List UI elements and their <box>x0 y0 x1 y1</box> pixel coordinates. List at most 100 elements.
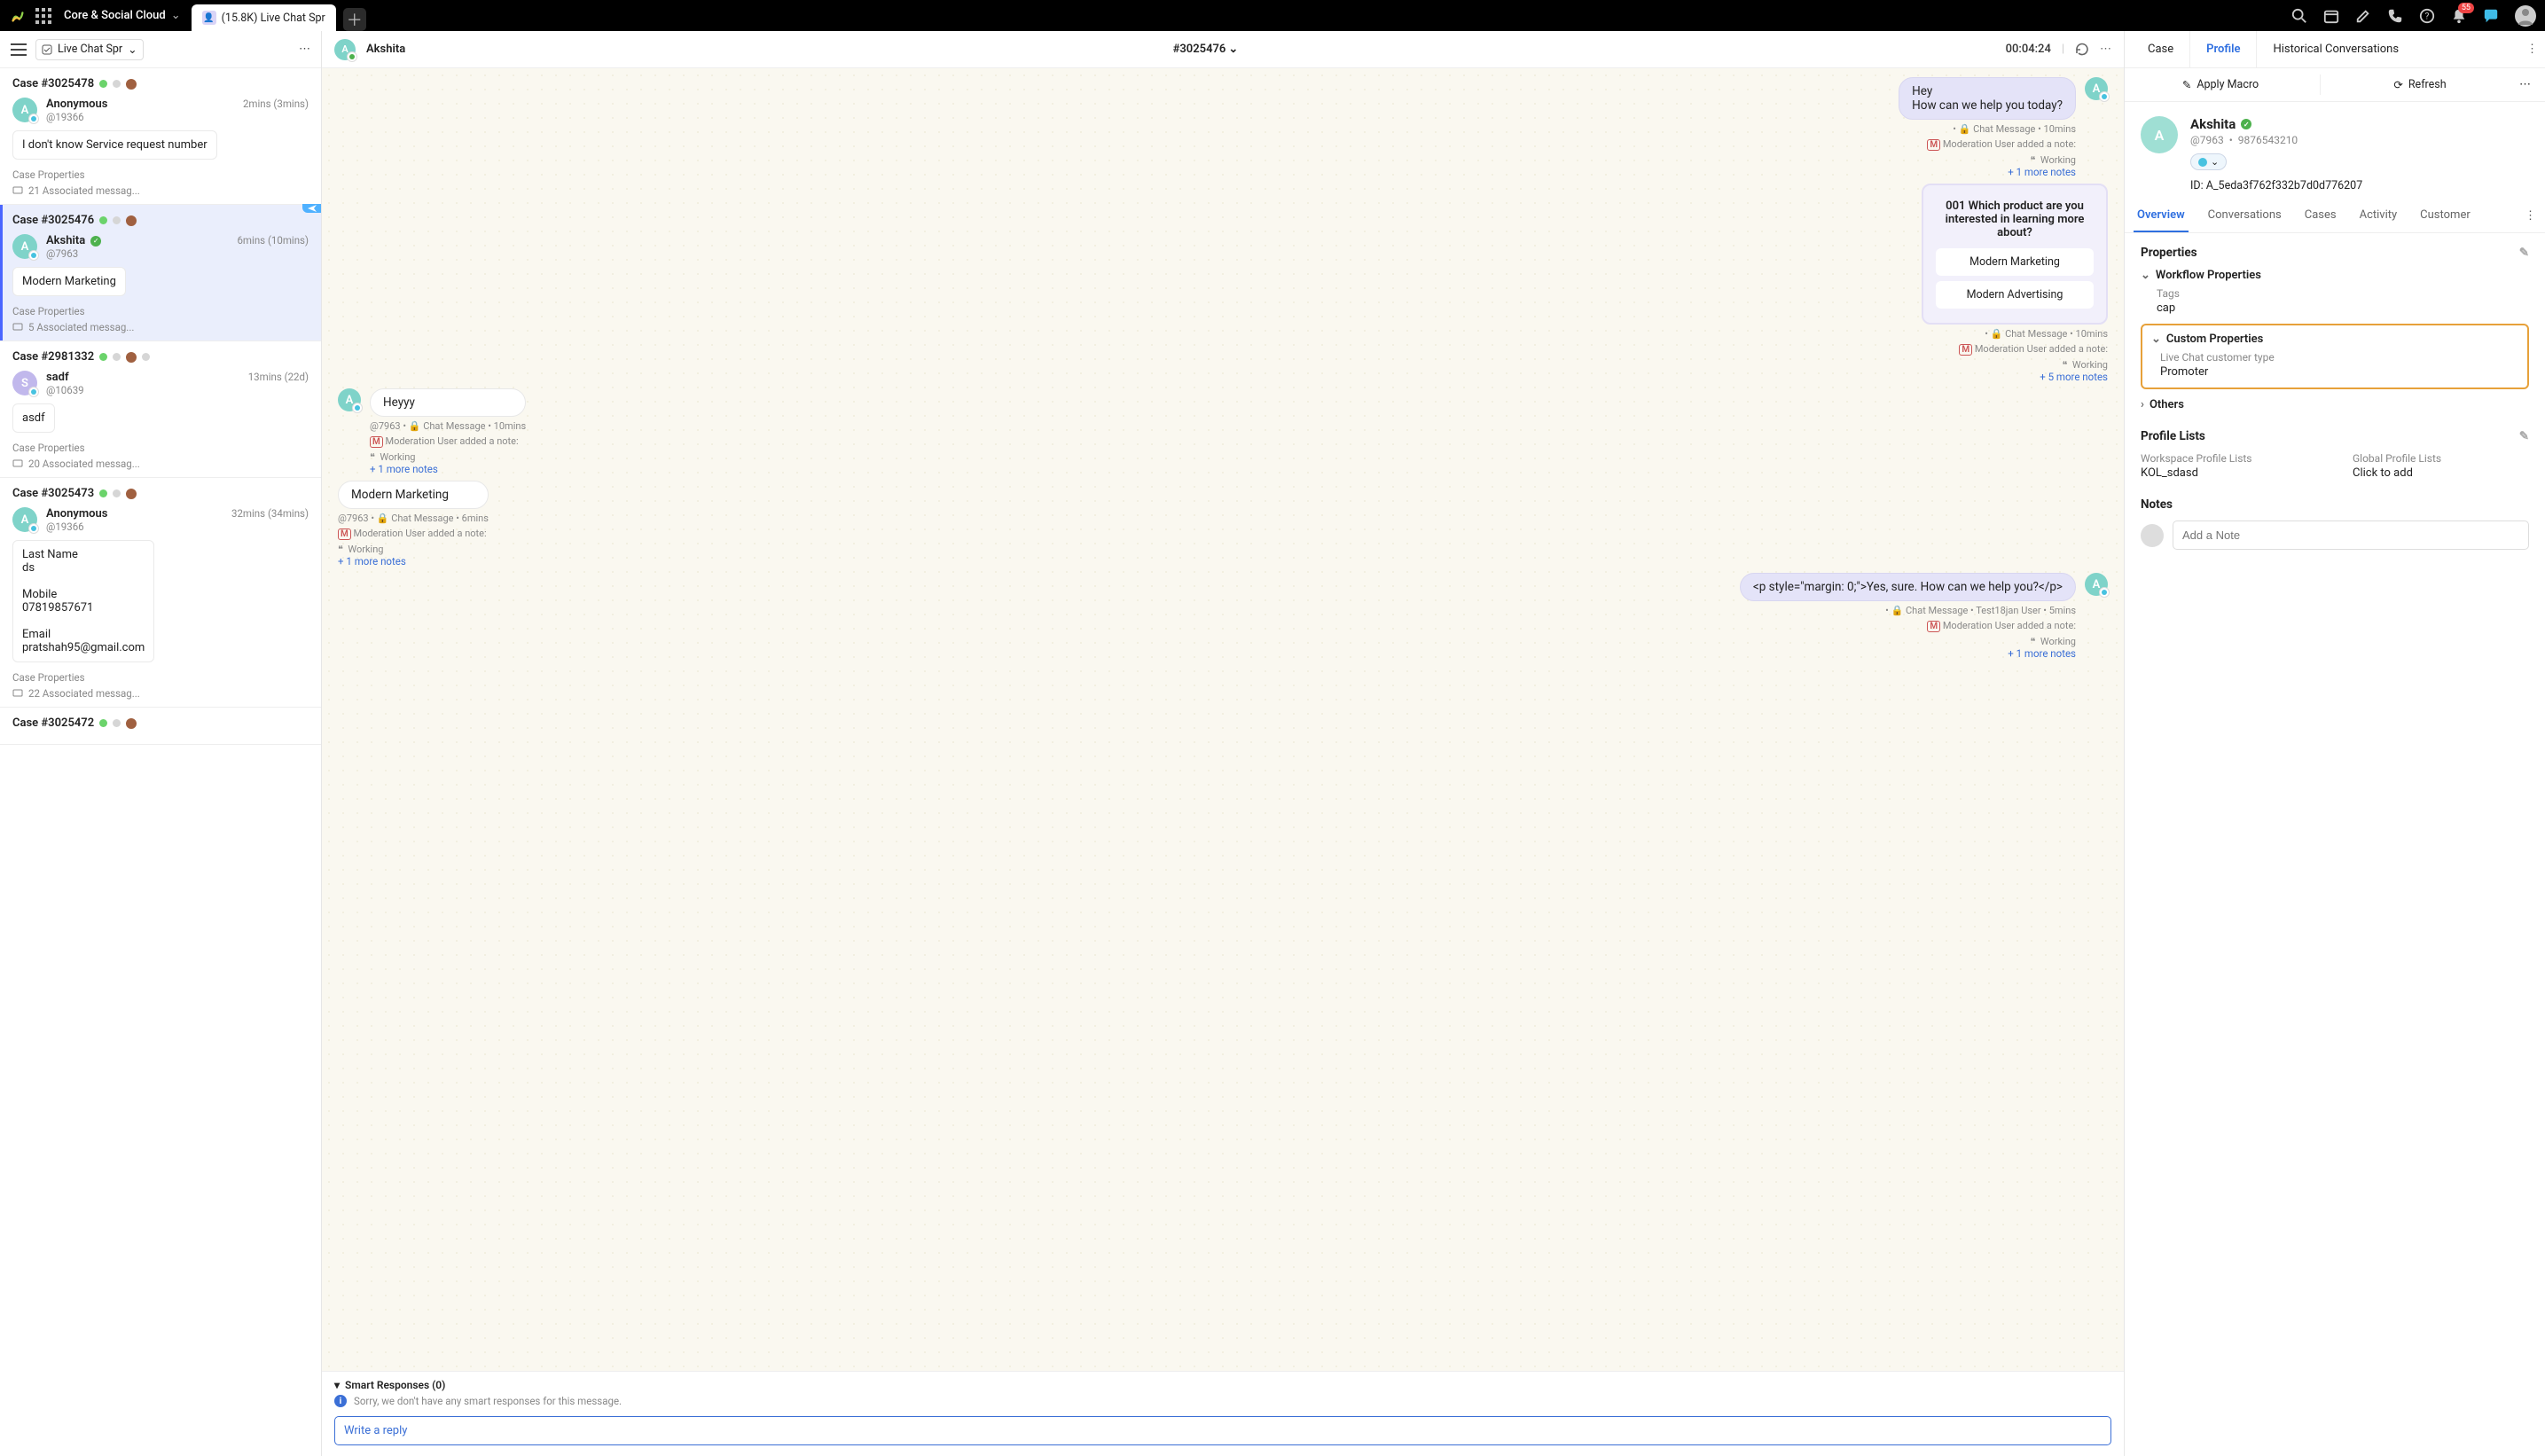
moderation-icon: M <box>1927 621 1940 632</box>
apps-grid-icon[interactable] <box>35 8 51 24</box>
subtab-overview[interactable]: Overview <box>2134 200 2189 232</box>
section-title: Properties <box>2141 246 2197 260</box>
global-lists-value[interactable]: Click to add <box>2353 466 2529 480</box>
subtab-cases[interactable]: Cases <box>2301 200 2340 232</box>
chat-footer: ▾Smart Responses (0) iSorry, we don't ha… <box>322 1371 2124 1456</box>
case-item[interactable]: Case #3025478AAnonymous@193662mins (3min… <box>0 68 321 205</box>
others-toggle[interactable]: ›Others <box>2141 398 2529 411</box>
tab-case[interactable]: Case <box>2132 31 2190 67</box>
edit-icon[interactable]: ✎ <box>2519 246 2529 260</box>
menu-icon[interactable] <box>11 43 27 56</box>
more-notes-link[interactable]: + 1 more notes <box>2008 647 2076 660</box>
case-item[interactable]: Case #3025472 <box>0 708 321 745</box>
channel-dot-icon <box>2198 158 2207 167</box>
message-meta: • 🔒 Chat Message • Test18jan User • 5min… <box>1885 605 2076 616</box>
column-selector[interactable]: Live Chat Spr ⌄ <box>35 39 144 60</box>
associated-messages[interactable]: 21 Associated messag... <box>12 184 309 197</box>
user-name: Akshita <box>46 234 85 247</box>
chevron-down-icon: ⌄ <box>2211 156 2219 168</box>
user-name: Anonymous <box>46 507 107 521</box>
message-bubble: <p style="margin: 0;">Yes, sure. How can… <box>1740 573 2076 601</box>
details-toolbar: ✎Apply Macro ⟳Refresh ⋯ <box>2125 68 2545 102</box>
more-icon[interactable]: ⋮ <box>2526 43 2538 56</box>
subtab-activity[interactable]: Activity <box>2356 200 2401 232</box>
properties-section: Properties✎ ⌄Workflow Properties Tagscap… <box>2125 233 2545 417</box>
chat-bubble-icon[interactable] <box>2483 8 2499 24</box>
case-properties-label: Case Properties <box>12 671 309 684</box>
subtab-conversations[interactable]: Conversations <box>2204 200 2285 232</box>
notifications-icon[interactable]: 55 <box>2451 8 2467 24</box>
case-properties-label: Case Properties <box>12 442 309 454</box>
brand-chevron-icon[interactable]: ⌄ <box>171 9 181 22</box>
user-avatar: S <box>12 371 37 395</box>
note-text: ❝ Working <box>370 451 526 463</box>
workflow-toggle[interactable]: ⌄Workflow Properties <box>2141 269 2529 282</box>
tab-live-chat[interactable]: 👤 (15.8K) Live Chat Spr <box>192 4 336 31</box>
profile-subtabs: Overview Conversations Cases Activity Cu… <box>2125 200 2545 233</box>
caret-down-icon: ▾ <box>334 1379 340 1391</box>
add-tab-button[interactable]: ＋ <box>343 8 366 31</box>
case-item[interactable]: Case #3025476AAkshita✓@79636mins (10mins… <box>0 205 321 341</box>
help-icon[interactable]: ? <box>2419 8 2435 24</box>
phone-icon[interactable] <box>2387 8 2403 24</box>
tab-profile[interactable]: Profile <box>2190 31 2257 67</box>
moderation-note: M Moderation User added a note: <box>1959 343 2108 356</box>
chevron-down-icon: ⌄ <box>2141 269 2150 282</box>
moderation-icon: M <box>1927 139 1940 151</box>
message-preview: Modern Marketing <box>12 267 126 296</box>
user-handle: @7963 <box>46 247 101 260</box>
case-item[interactable]: Case #2981332Ssadf@1063913mins (22d)asdf… <box>0 341 321 478</box>
associated-messages[interactable]: 20 Associated messag... <box>12 458 309 470</box>
section-title: Profile Lists <box>2141 429 2205 443</box>
brand-name[interactable]: Core & Social Cloud <box>64 9 166 22</box>
more-icon[interactable]: ⋯ <box>299 43 310 56</box>
more-icon[interactable]: ⋯ <box>2519 78 2531 91</box>
apply-macro-button[interactable]: ✎Apply Macro <box>2182 78 2259 92</box>
edit-icon[interactable]: ✎ <box>2519 429 2529 443</box>
profile-avatar: A <box>2141 116 2178 153</box>
question-option[interactable]: Modern Marketing <box>1936 248 2094 276</box>
message-avatar: A <box>2085 573 2108 596</box>
refresh-icon[interactable] <box>2075 43 2089 57</box>
more-notes-link[interactable]: + 5 more notes <box>2040 371 2108 383</box>
chevron-right-icon: › <box>2141 398 2144 411</box>
more-notes-link[interactable]: + 1 more notes <box>338 555 489 568</box>
user-name: Anonymous <box>46 98 107 111</box>
message-avatar: A <box>338 388 361 411</box>
workspace-lists-value: KOL_sdasd <box>2141 466 2317 480</box>
case-item[interactable]: Case #3025473AAnonymous@1936632mins (34m… <box>0 478 321 708</box>
channel-chip[interactable]: ⌄ <box>2190 153 2227 170</box>
case-properties-label: Case Properties <box>12 305 309 317</box>
case-title: Case #2981332 <box>12 350 94 364</box>
user-avatar[interactable] <box>2515 5 2536 27</box>
calendar-icon[interactable] <box>2323 8 2339 24</box>
smart-responses-toggle[interactable]: ▾Smart Responses (0) <box>334 1379 2111 1391</box>
subtab-customer[interactable]: Customer <box>2416 200 2474 232</box>
custom-toggle[interactable]: ⌄Custom Properties <box>2151 333 2518 346</box>
lock-icon: 🔒 <box>1959 123 1971 135</box>
more-notes-link[interactable]: + 1 more notes <box>370 463 526 475</box>
more-icon[interactable]: ⋮ <box>2525 209 2536 223</box>
tab-historical[interactable]: Historical Conversations <box>2257 31 2415 67</box>
message-meta: @7963 • 🔒 Chat Message • 10mins <box>370 420 526 432</box>
message-preview: asdf <box>12 403 55 433</box>
case-number-dropdown[interactable]: #3025476⌄ <box>1173 43 1239 56</box>
message-bubble: Modern Marketing <box>338 481 489 509</box>
refresh-button[interactable]: ⟳Refresh <box>2393 78 2446 92</box>
question-option[interactable]: Modern Advertising <box>1936 281 2094 309</box>
associated-messages[interactable]: 5 Associated messag... <box>12 321 309 333</box>
message-row: Hey How can we help you today?• 🔒 Chat M… <box>338 77 2108 178</box>
associated-messages[interactable]: 22 Associated messag... <box>12 687 309 700</box>
add-note-input[interactable] <box>2173 521 2529 550</box>
note-author-avatar <box>2141 524 2164 547</box>
more-notes-link[interactable]: + 1 more notes <box>2008 166 2076 178</box>
more-icon[interactable]: ⋯ <box>2100 43 2111 56</box>
verified-icon: ✓ <box>2241 119 2251 129</box>
tab-strip: 👤 (15.8K) Live Chat Spr ＋ <box>192 0 366 31</box>
profile-name: Akshita✓ <box>2190 116 2362 132</box>
reply-input[interactable]: Write a reply <box>334 1416 2111 1445</box>
search-icon[interactable] <box>2291 8 2307 24</box>
edit-icon[interactable] <box>2355 8 2371 24</box>
message-preview: Last Name ds Mobile 07819857671 Email pr… <box>12 540 154 662</box>
column-name: Live Chat Spr <box>58 43 122 56</box>
